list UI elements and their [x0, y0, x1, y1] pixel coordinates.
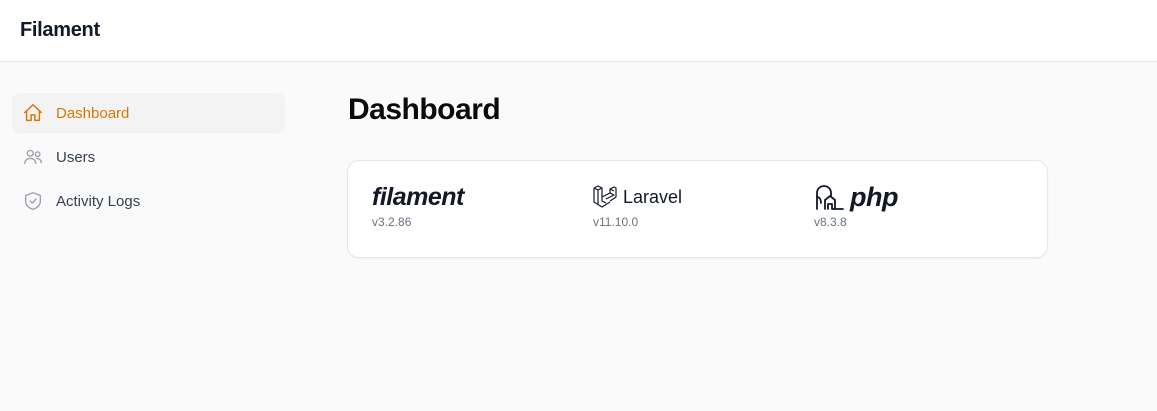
sidebar-item-label: Users: [56, 148, 96, 166]
brand-logo[interactable]: Filament: [20, 19, 100, 42]
sidebar-item-label: Activity Logs: [56, 192, 141, 210]
sidebar-item-dashboard[interactable]: Dashboard: [12, 93, 285, 133]
page-title: Dashboard: [348, 93, 501, 126]
filament-logo[interactable]: filament: [372, 181, 464, 213]
shield-check-icon: [22, 190, 44, 212]
info-card: filament v3.2.86 Laravel v11.10.0 php v8…: [347, 160, 1048, 258]
php-elephant-icon: [814, 183, 846, 211]
home-icon: [22, 102, 44, 124]
php-version: v8.3.8: [814, 215, 847, 229]
filament-info: filament v3.2.86: [372, 181, 464, 230]
laravel-logo[interactable]: Laravel: [593, 181, 682, 213]
laravel-icon: [593, 184, 617, 210]
php-info: php v8.3.8: [814, 181, 898, 230]
topbar: Filament: [0, 0, 1157, 62]
sidebar-item-users[interactable]: Users: [12, 137, 285, 177]
users-icon: [22, 146, 44, 168]
laravel-info: Laravel v11.10.0: [593, 181, 682, 229]
filament-logo-text: filament: [372, 182, 464, 211]
sidebar-item-activity-logs[interactable]: Activity Logs: [12, 181, 285, 221]
php-logo-text: php: [850, 181, 898, 212]
laravel-logo-text: Laravel: [623, 186, 683, 207]
sidebar-item-label: Dashboard: [56, 104, 130, 122]
laravel-version: v11.10.0: [593, 215, 639, 229]
php-logo[interactable]: php: [814, 181, 898, 213]
sidebar: Dashboard Users Activity Logs: [12, 93, 285, 225]
filament-version: v3.2.86: [372, 215, 412, 229]
